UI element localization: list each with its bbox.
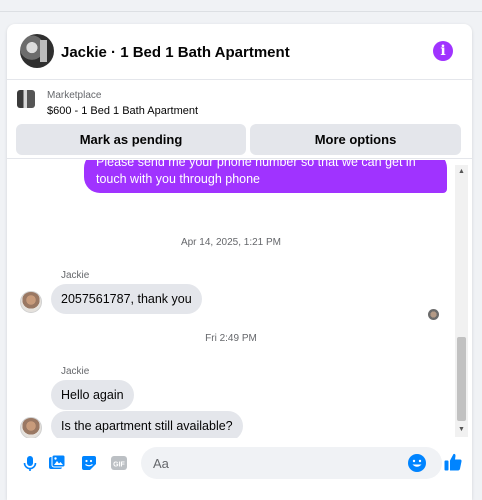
message-input[interactable]: Aa	[141, 447, 442, 479]
sender-avatar[interactable]	[20, 417, 42, 438]
marketplace-label: Marketplace	[47, 90, 102, 101]
chat-header: Jackie · 1 Bed 1 Bath Apartment i	[7, 24, 472, 80]
outgoing-message[interactable]: Please send me your phone number so that…	[84, 160, 447, 193]
sender-name: Jackie	[61, 270, 90, 281]
sender-name: Jackie	[61, 366, 90, 377]
sticker-icon[interactable]	[80, 454, 98, 472]
timestamp: Fri 2:49 PM	[205, 333, 257, 344]
scroll-down-arrow-icon[interactable]: ▼	[455, 423, 468, 437]
chat-panel: Jackie · 1 Bed 1 Bath Apartment i Market…	[7, 24, 472, 500]
gif-icon[interactable]: GIF	[110, 454, 128, 472]
mark-as-pending-button[interactable]: Mark as pending	[16, 124, 246, 155]
scrollbar-thumb[interactable]	[457, 337, 466, 421]
scroll-up-arrow-icon[interactable]: ▲	[455, 165, 468, 179]
incoming-message[interactable]: 2057561787, thank you	[51, 284, 202, 314]
timestamp: Apr 14, 2025, 1:21 PM	[180, 237, 282, 248]
marketplace-bar: Marketplace $600 - 1 Bed 1 Bath Apartmen…	[7, 81, 472, 159]
microphone-icon[interactable]	[21, 454, 39, 472]
top-strip	[0, 0, 482, 12]
message-placeholder: Aa	[153, 456, 169, 471]
info-icon[interactable]: i	[433, 41, 453, 61]
listing-title[interactable]: $600 - 1 Bed 1 Bath Apartment	[47, 105, 198, 117]
thumbs-up-icon[interactable]	[443, 452, 463, 472]
svg-text:GIF: GIF	[113, 462, 125, 469]
incoming-message[interactable]: Hello again	[51, 380, 134, 410]
seen-receipt-avatar	[428, 309, 439, 320]
more-options-button[interactable]: More options	[250, 124, 461, 155]
message-list: Please send me your phone number so that…	[7, 160, 455, 438]
incoming-message[interactable]: Is the apartment still available?	[51, 411, 243, 438]
conversation-title[interactable]: Jackie · 1 Bed 1 Bath Apartment	[61, 44, 290, 61]
emoji-icon[interactable]	[407, 453, 427, 473]
listing-thumbnail[interactable]	[17, 90, 35, 108]
sender-avatar[interactable]	[20, 291, 42, 313]
listing-avatar[interactable]	[20, 34, 54, 68]
scrollbar[interactable]: ▲ ▼	[455, 165, 468, 437]
photo-icon[interactable]	[48, 454, 66, 472]
